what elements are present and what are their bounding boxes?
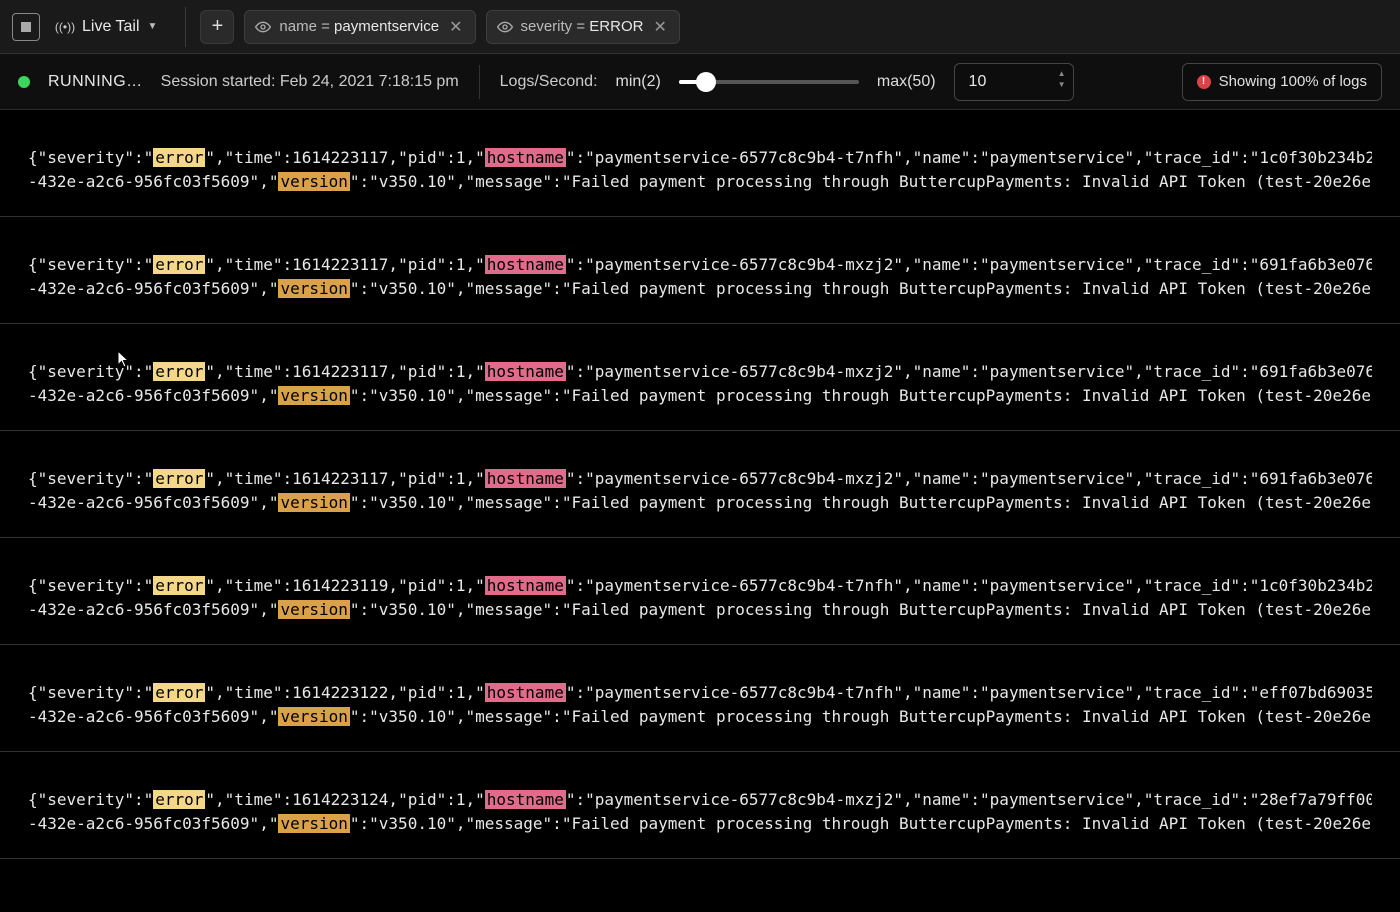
stop-icon xyxy=(21,22,31,32)
status-indicator-icon xyxy=(18,76,30,88)
spinner-up[interactable]: ▲ xyxy=(1058,69,1066,78)
eye-icon xyxy=(497,19,513,35)
remove-filter-button[interactable]: ✕ xyxy=(651,17,668,37)
log-pane[interactable]: {"severity":"error","time":1614223117,"p… xyxy=(0,110,1400,912)
remove-filter-button[interactable]: ✕ xyxy=(447,17,464,37)
log-entry[interactable]: {"severity":"error","time":1614223117,"p… xyxy=(0,461,1400,538)
running-state: RUNNING… xyxy=(48,73,143,91)
status-bar: RUNNING… Session started: Feb 24, 2021 7… xyxy=(0,54,1400,110)
live-tail-dropdown[interactable]: ((•)) Live Tail ▼ xyxy=(50,18,171,36)
filter-text: severity = ERROR xyxy=(521,18,644,35)
showing-badge: ! Showing 100% of logs xyxy=(1182,63,1382,101)
min-label: min(2) xyxy=(616,73,661,91)
filter-text: name = paymentservice xyxy=(279,18,439,35)
divider xyxy=(185,7,186,47)
top-toolbar: ((•)) Live Tail ▼ + name = paymentservic… xyxy=(0,0,1400,54)
logs-per-second-input[interactable] xyxy=(954,63,1074,101)
max-label: max(50) xyxy=(877,73,936,91)
logs-per-second-label: Logs/Second: xyxy=(500,73,598,91)
log-entry[interactable]: {"severity":"error","time":1614223117,"p… xyxy=(0,354,1400,431)
session-started-label: Session started: Feb 24, 2021 7:18:15 pm xyxy=(161,73,459,91)
divider xyxy=(479,65,480,99)
logs-per-second-slider[interactable] xyxy=(679,68,859,96)
filter-chip[interactable]: severity = ERROR ✕ xyxy=(486,10,680,44)
slider-thumb[interactable] xyxy=(696,72,716,92)
log-entry[interactable]: {"severity":"error","time":1614223119,"p… xyxy=(0,568,1400,645)
log-entry[interactable]: {"severity":"error","time":1614223122,"p… xyxy=(0,675,1400,752)
log-entry[interactable]: {"severity":"error","time":1614223117,"p… xyxy=(0,140,1400,217)
eye-icon xyxy=(255,19,271,35)
log-entry[interactable]: {"severity":"error","time":1614223117,"p… xyxy=(0,247,1400,324)
chevron-down-icon: ▼ xyxy=(148,21,158,32)
live-tail-label: Live Tail xyxy=(82,18,140,36)
broadcast-icon: ((•)) xyxy=(56,18,74,36)
filter-chip[interactable]: name = paymentservice ✕ xyxy=(244,10,475,44)
add-filter-button[interactable]: + xyxy=(200,10,234,44)
log-entry[interactable]: {"severity":"error","time":1614223124,"p… xyxy=(0,782,1400,859)
alert-icon: ! xyxy=(1197,75,1211,89)
stop-button[interactable] xyxy=(12,13,40,41)
spinner-down[interactable]: ▼ xyxy=(1058,80,1066,89)
